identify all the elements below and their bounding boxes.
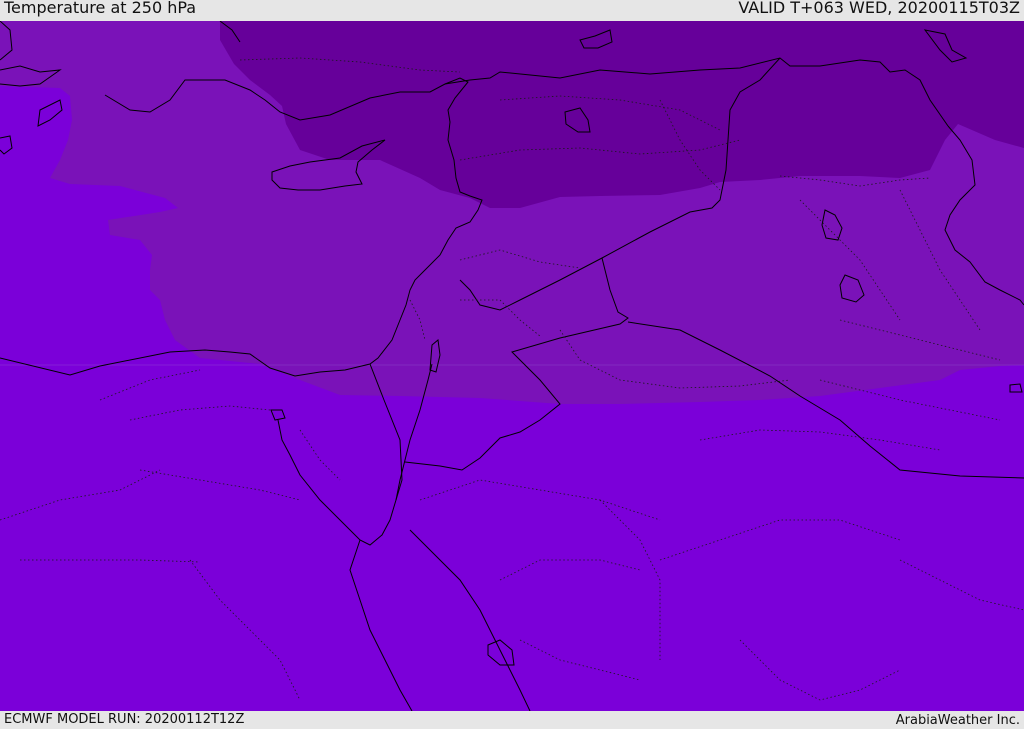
map-title: Temperature at 250 hPa (4, 0, 197, 17)
model-run: ECMWF MODEL RUN: 20200112T12Z (4, 712, 245, 727)
header-bar: Temperature at 250 hPa VALID T+063 WED, … (0, 0, 1024, 21)
credit: ArabiaWeather Inc. (895, 713, 1020, 728)
valid-time: VALID T+063 WED, 20200115T03Z (738, 0, 1020, 17)
map-frame: Temperature at 250 hPa VALID T+063 WED, … (0, 0, 1024, 729)
footer-bar: ECMWF MODEL RUN: 20200112T12Z ArabiaWeat… (0, 711, 1024, 729)
temperature-map (0, 21, 1024, 711)
